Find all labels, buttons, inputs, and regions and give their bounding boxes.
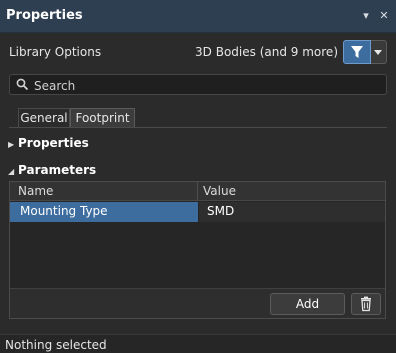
column-header-name[interactable]: Name xyxy=(18,184,53,198)
section-properties[interactable]: ▶ Properties xyxy=(8,136,89,152)
section-parameters-label: Parameters xyxy=(18,163,97,177)
status-bar: Nothing selected xyxy=(0,334,396,353)
table-header: Name Value xyxy=(10,182,385,201)
library-options-label: Library Options xyxy=(9,45,102,59)
add-button[interactable]: Add xyxy=(270,293,345,315)
tab-general[interactable]: General xyxy=(18,108,70,127)
search-input[interactable] xyxy=(32,75,376,96)
dropdown-arrow-icon[interactable]: ▾ xyxy=(358,7,374,25)
tab-footprint[interactable]: Footprint xyxy=(70,108,135,127)
search-icon xyxy=(16,78,29,91)
library-options-row: Library Options 3D Bodies (and 9 more) xyxy=(0,38,396,68)
table-row[interactable]: Mounting Type SMD xyxy=(10,202,385,222)
close-icon[interactable]: ✕ xyxy=(376,7,392,25)
expand-arrow-icon: ▶ xyxy=(8,140,15,149)
filter-icon xyxy=(351,46,363,58)
filter-dropdown-button[interactable] xyxy=(371,40,387,64)
filter-button[interactable] xyxy=(343,40,371,64)
search-box[interactable] xyxy=(9,74,387,96)
chevron-down-icon xyxy=(374,50,382,55)
parameter-name-cell[interactable]: Mounting Type xyxy=(10,202,198,222)
parameter-value-cell[interactable]: SMD xyxy=(199,202,385,222)
panel-titlebar: Properties ▾ ✕ xyxy=(0,0,396,33)
column-header-value[interactable]: Value xyxy=(203,184,236,198)
table-footer: Add xyxy=(10,288,385,318)
section-parameters[interactable]: ◢ Parameters xyxy=(8,163,96,179)
column-separator[interactable] xyxy=(197,182,198,201)
collapse-arrow-icon: ◢ xyxy=(8,167,15,176)
panel-title: Properties xyxy=(6,8,83,23)
tab-divider xyxy=(9,127,387,128)
section-properties-label: Properties xyxy=(18,136,89,150)
trash-icon xyxy=(361,296,371,312)
parameters-table: Name Value Mounting Type SMD Add xyxy=(9,181,386,319)
filter-summary[interactable]: 3D Bodies (and 9 more) xyxy=(195,45,338,59)
delete-button[interactable] xyxy=(351,293,381,315)
status-text: Nothing selected xyxy=(5,338,107,352)
